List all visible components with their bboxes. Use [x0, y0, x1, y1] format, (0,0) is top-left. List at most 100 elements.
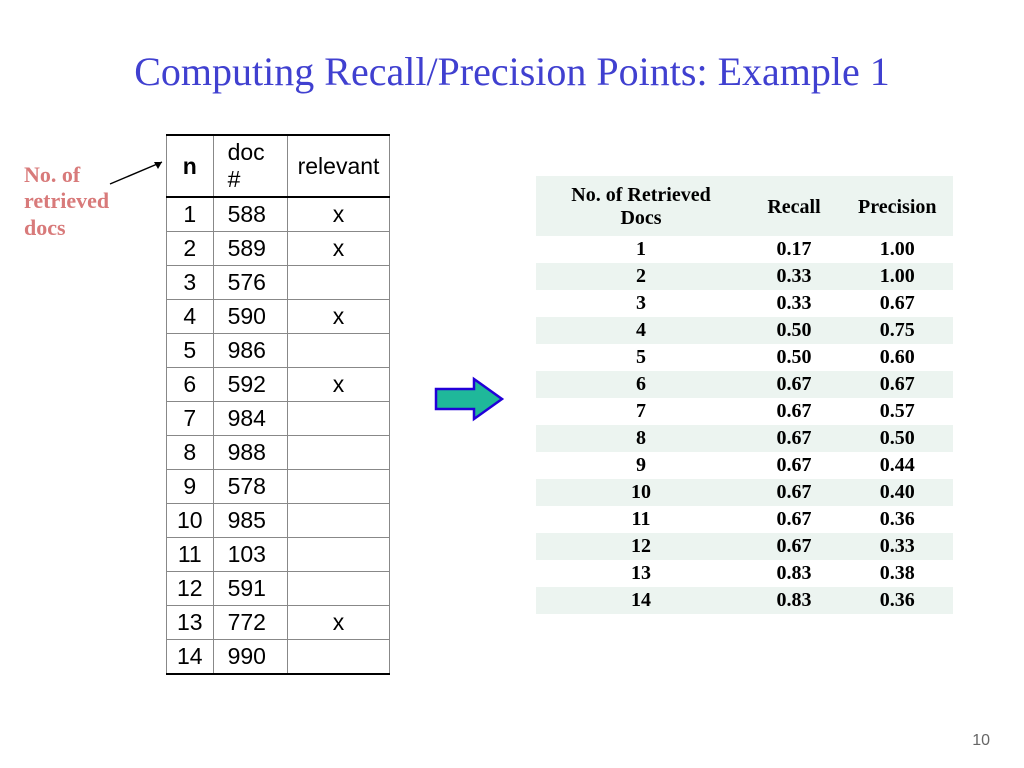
recall-precision-table: No. of Retrieved Docs Recall Precision 1… [536, 176, 953, 614]
cell-docs: 8 [536, 425, 746, 452]
table-row: 1588x [167, 197, 390, 232]
cell-n: 1 [167, 197, 214, 232]
table-row: 3576 [167, 266, 390, 300]
table-header-row: n doc # relevant [167, 135, 390, 197]
cell-n: 8 [167, 436, 214, 470]
table-row: 60.670.67 [536, 371, 953, 398]
cell-doc: 591 [213, 572, 287, 606]
col-doc: doc # [213, 135, 287, 197]
right-arrow-icon [432, 376, 506, 422]
table-row: 7984 [167, 402, 390, 436]
col-recall: Recall [746, 176, 842, 236]
col-precision: Precision [842, 176, 953, 236]
table-row: 120.670.33 [536, 533, 953, 560]
cell-relevant: x [287, 232, 390, 266]
cell-doc: 772 [213, 606, 287, 640]
cell-precision: 0.67 [842, 371, 953, 398]
cell-n: 4 [167, 300, 214, 334]
cell-recall: 0.33 [746, 290, 842, 317]
cell-relevant: x [287, 368, 390, 402]
cell-doc: 984 [213, 402, 287, 436]
cell-recall: 0.67 [746, 371, 842, 398]
cell-recall: 0.67 [746, 479, 842, 506]
cell-recall: 0.67 [746, 452, 842, 479]
cell-docs: 4 [536, 317, 746, 344]
cell-relevant [287, 436, 390, 470]
cell-recall: 0.67 [746, 533, 842, 560]
cell-recall: 0.83 [746, 587, 842, 614]
cell-n: 5 [167, 334, 214, 368]
slide-title: Computing Recall/Precision Points: Examp… [0, 48, 1024, 95]
retrieved-docs-table: n doc # relevant 1588x2589x35764590x5986… [166, 134, 390, 675]
cell-recall: 0.33 [746, 263, 842, 290]
cell-precision: 0.50 [842, 425, 953, 452]
cell-precision: 1.00 [842, 263, 953, 290]
cell-n: 2 [167, 232, 214, 266]
table-row: 50.500.60 [536, 344, 953, 371]
cell-relevant: x [287, 197, 390, 232]
cell-relevant: x [287, 300, 390, 334]
cell-precision: 0.33 [842, 533, 953, 560]
table-row: 11103 [167, 538, 390, 572]
cell-doc: 592 [213, 368, 287, 402]
annotation-retrieved-docs: No. of retrieved docs [24, 162, 109, 241]
cell-n: 9 [167, 470, 214, 504]
table-row: 10985 [167, 504, 390, 538]
table-row: 90.670.44 [536, 452, 953, 479]
cell-docs: 14 [536, 587, 746, 614]
table-row: 9578 [167, 470, 390, 504]
table-row: 110.670.36 [536, 506, 953, 533]
cell-relevant [287, 470, 390, 504]
cell-n: 3 [167, 266, 214, 300]
cell-docs: 9 [536, 452, 746, 479]
cell-recall: 0.50 [746, 317, 842, 344]
cell-relevant [287, 402, 390, 436]
cell-precision: 0.44 [842, 452, 953, 479]
cell-precision: 0.57 [842, 398, 953, 425]
cell-precision: 1.00 [842, 236, 953, 263]
cell-n: 12 [167, 572, 214, 606]
cell-relevant [287, 334, 390, 368]
cell-docs: 11 [536, 506, 746, 533]
table-row: 80.670.50 [536, 425, 953, 452]
cell-docs: 12 [536, 533, 746, 560]
table-row: 13772x [167, 606, 390, 640]
cell-recall: 0.67 [746, 398, 842, 425]
cell-relevant: x [287, 606, 390, 640]
cell-docs: 10 [536, 479, 746, 506]
cell-docs: 2 [536, 263, 746, 290]
cell-doc: 103 [213, 538, 287, 572]
cell-docs: 7 [536, 398, 746, 425]
cell-precision: 0.60 [842, 344, 953, 371]
cell-precision: 0.40 [842, 479, 953, 506]
cell-precision: 0.36 [842, 506, 953, 533]
cell-docs: 1 [536, 236, 746, 263]
cell-doc: 590 [213, 300, 287, 334]
cell-recall: 0.67 [746, 425, 842, 452]
table-header-row: No. of Retrieved Docs Recall Precision [536, 176, 953, 236]
table-row: 10.171.00 [536, 236, 953, 263]
table-row: 20.331.00 [536, 263, 953, 290]
cell-docs: 5 [536, 344, 746, 371]
table-row: 30.330.67 [536, 290, 953, 317]
table-row: 12591 [167, 572, 390, 606]
cell-relevant [287, 572, 390, 606]
cell-doc: 990 [213, 640, 287, 675]
cell-recall: 0.17 [746, 236, 842, 263]
col-retrieved-docs: No. of Retrieved Docs [536, 176, 746, 236]
cell-relevant [287, 266, 390, 300]
cell-n: 7 [167, 402, 214, 436]
cell-relevant [287, 538, 390, 572]
cell-docs: 6 [536, 371, 746, 398]
table-row: 70.670.57 [536, 398, 953, 425]
cell-doc: 576 [213, 266, 287, 300]
table-row: 14990 [167, 640, 390, 675]
cell-docs: 3 [536, 290, 746, 317]
col-relevant: relevant [287, 135, 390, 197]
cell-docs: 13 [536, 560, 746, 587]
cell-doc: 988 [213, 436, 287, 470]
cell-doc: 985 [213, 504, 287, 538]
cell-recall: 0.67 [746, 506, 842, 533]
table-row: 100.670.40 [536, 479, 953, 506]
table-row: 140.830.36 [536, 587, 953, 614]
